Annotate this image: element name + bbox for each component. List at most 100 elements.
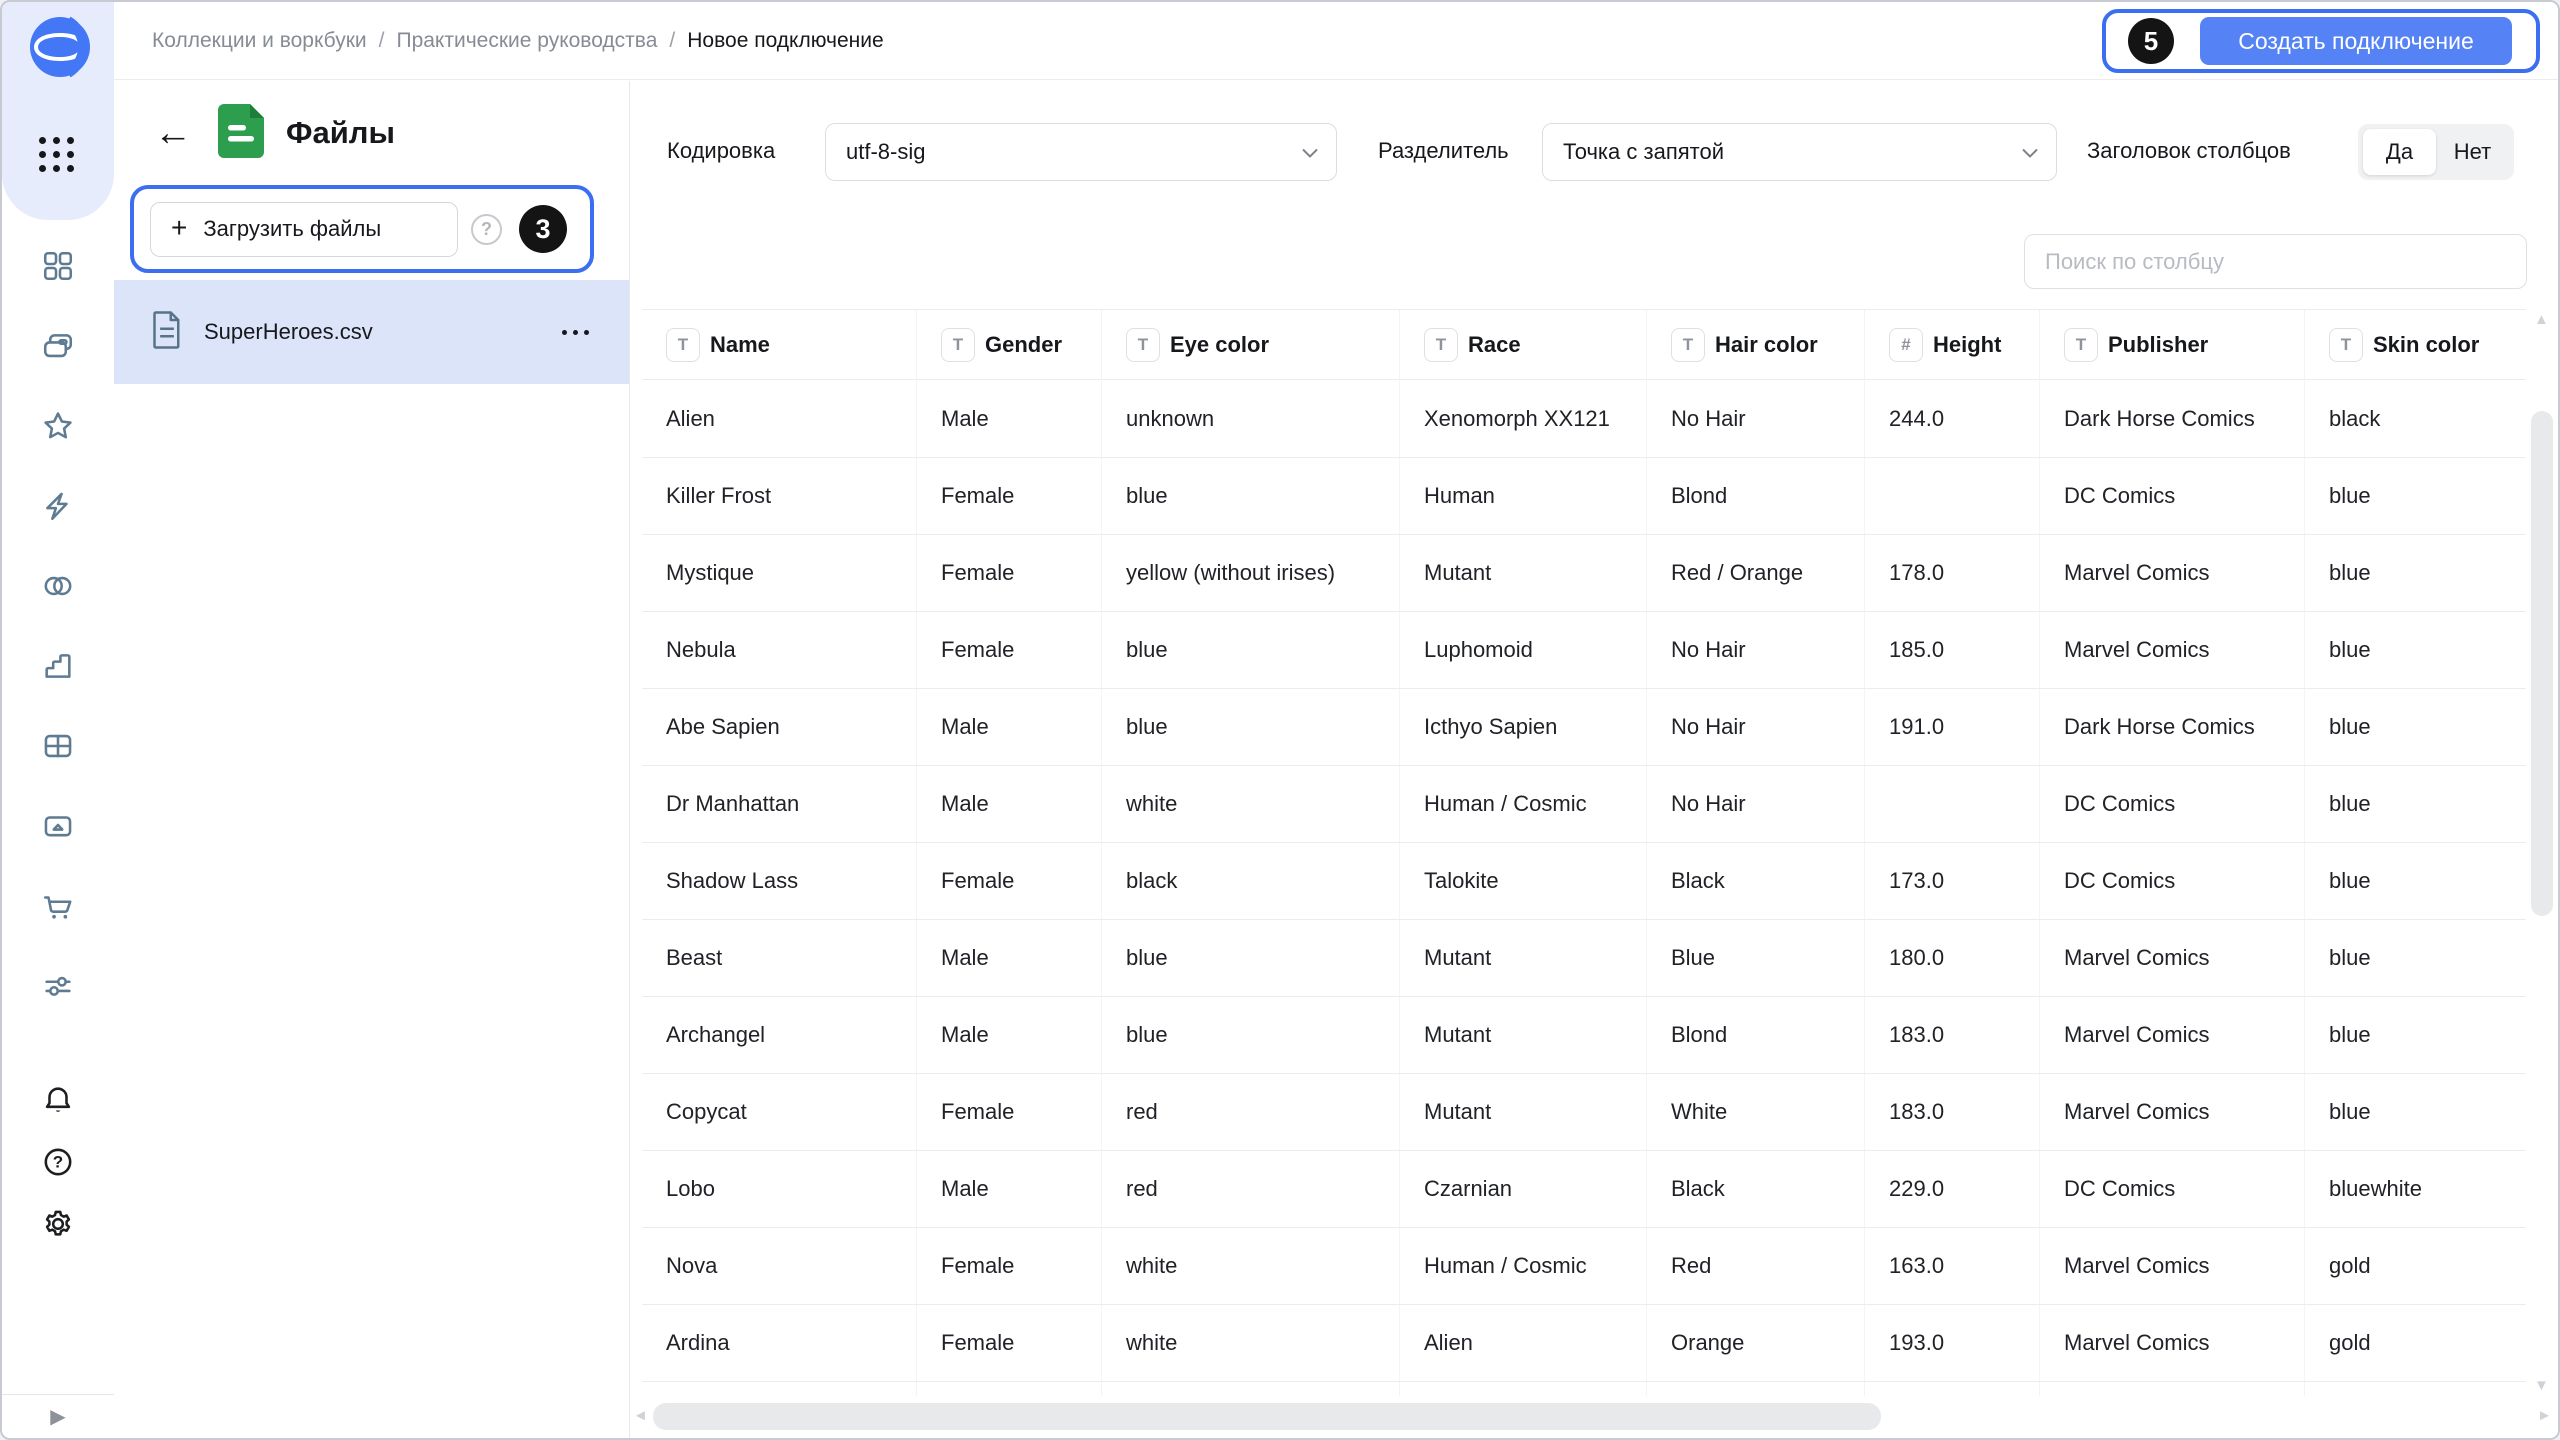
nav-grid-icon[interactable] xyxy=(32,240,84,292)
notifications-bell-icon[interactable] xyxy=(32,1074,84,1126)
table-cell: 193.0 xyxy=(1865,1305,2040,1381)
scroll-down-icon[interactable]: ▼ xyxy=(2534,1377,2549,1394)
nav-favorites-icon[interactable] xyxy=(32,400,84,452)
table-cell: Dark Horse Comics xyxy=(2040,689,2305,765)
column-header-label: Race xyxy=(1468,332,1521,358)
table-cell: No Hair xyxy=(1647,766,1865,842)
nav-connections-icon[interactable] xyxy=(32,480,84,532)
column-header-label: Eye color xyxy=(1170,332,1269,358)
text-type-icon: T xyxy=(1671,328,1705,362)
table-cell: Female xyxy=(917,1074,1102,1150)
table-cell: Female xyxy=(917,612,1102,688)
table-cell: blue xyxy=(1102,458,1400,534)
toggle-yes[interactable]: Да xyxy=(2363,129,2436,175)
panel-title: Файлы xyxy=(286,115,395,151)
table-cell: Alien xyxy=(642,381,917,457)
column-header-height[interactable]: #Height xyxy=(1865,310,2040,379)
column-header-name[interactable]: TName xyxy=(642,310,917,379)
settings-gear-icon[interactable] xyxy=(32,1198,84,1250)
expand-panel-icon[interactable]: ▶ xyxy=(50,1404,65,1429)
file-list-item-selected[interactable]: SuperHeroes.csv xyxy=(114,280,629,384)
table-cell: Mutant xyxy=(1400,997,1647,1073)
table-cell: blue xyxy=(2305,997,2526,1073)
table-cell xyxy=(1865,458,2040,534)
table-cell: blue xyxy=(1102,920,1400,996)
help-icon[interactable]: ? xyxy=(32,1136,84,1188)
table-cell: Marvel Comics xyxy=(2040,612,2305,688)
column-header-publisher[interactable]: TPublisher xyxy=(2040,310,2305,379)
table-cell: Human / Cosmic xyxy=(1400,766,1647,842)
column-header-eye-color[interactable]: T Eye color xyxy=(1102,310,1400,379)
files-panel-header: ← Файлы xyxy=(114,81,629,185)
breadcrumb-collections[interactable]: Коллекции и воркбуки xyxy=(152,29,367,53)
scroll-left-icon[interactable]: ◄ xyxy=(633,1407,648,1424)
table-cell: bluewhite xyxy=(2305,1151,2526,1227)
apps-menu-icon[interactable] xyxy=(39,137,74,172)
table-cell: Male xyxy=(917,1151,1102,1227)
scroll-up-icon[interactable]: ▲ xyxy=(2534,311,2549,328)
document-icon xyxy=(152,311,182,354)
nav-services-icon[interactable] xyxy=(32,960,84,1012)
scroll-right-icon[interactable]: ► xyxy=(2537,1407,2552,1424)
encoding-select[interactable]: utf-8-sig xyxy=(825,123,1337,181)
table-cell: Female xyxy=(917,1228,1102,1304)
upload-help-icon[interactable]: ? xyxy=(471,214,502,245)
table-cell: 229.0 xyxy=(1865,1151,2040,1227)
toggle-no[interactable]: Нет xyxy=(2436,129,2509,175)
column-header-race[interactable]: TRace xyxy=(1400,310,1647,379)
table-cell: Ardina xyxy=(642,1305,917,1381)
table-row: BeastMaleblueMutantBlue180.0Marvel Comic… xyxy=(642,920,2526,997)
datalens-logo-icon[interactable] xyxy=(28,15,92,79)
table-cell: Red / Orange xyxy=(1647,535,1865,611)
upload-files-label: Загрузить файлы xyxy=(203,216,381,242)
nav-charts-icon[interactable] xyxy=(32,640,84,692)
nav-collections-icon[interactable] xyxy=(32,320,84,372)
text-type-icon: T xyxy=(1126,328,1160,362)
horizontal-scrollbar[interactable]: ◄ ► xyxy=(631,1396,2558,1438)
table-row: Dr ManhattanMalewhiteHuman / CosmicNo Ha… xyxy=(642,766,2526,843)
vertical-scroll-thumb[interactable] xyxy=(2531,411,2553,916)
nav-gallery-icon[interactable] xyxy=(32,800,84,852)
column-header-skin-color[interactable]: TSkin color xyxy=(2305,310,2526,379)
table-cell: 191.0 xyxy=(1865,689,2040,765)
upload-files-button[interactable]: + Загрузить файлы xyxy=(150,202,458,257)
horizontal-scroll-thumb[interactable] xyxy=(653,1403,1881,1430)
delimiter-label: Разделитель xyxy=(1378,138,1509,164)
table-cell: Blue xyxy=(1647,920,1865,996)
table-cell: Blond xyxy=(1647,997,1865,1073)
column-header-gender[interactable]: TGender xyxy=(917,310,1102,379)
table-cell: Female xyxy=(917,843,1102,919)
table-cell: Male xyxy=(917,997,1102,1073)
table-cell: unknown xyxy=(1102,381,1400,457)
table-cell: Killer Frost xyxy=(642,458,917,534)
table-cell: blue xyxy=(2305,1074,2526,1150)
back-arrow-icon[interactable]: ← xyxy=(154,114,192,152)
delimiter-select[interactable]: Точка с запятой xyxy=(1542,123,2057,181)
table-header: TNameTGenderTEye colorTRaceTHair color#H… xyxy=(642,309,2526,380)
nav-datasets-icon[interactable] xyxy=(32,560,84,612)
table-cell: Blond xyxy=(1647,458,1865,534)
app-window: ? ▶ Коллекции и воркбуки / Практические … xyxy=(0,0,2560,1440)
table-cell: gold xyxy=(2305,1305,2526,1381)
table-cell: Alien xyxy=(1400,1305,1647,1381)
column-header-hair-color[interactable]: THair color xyxy=(1647,310,1865,379)
file-more-menu-icon[interactable] xyxy=(562,330,589,335)
breadcrumb-guides[interactable]: Практические руководства xyxy=(396,29,657,53)
table-cell: Archangel xyxy=(642,997,917,1073)
nav-dashboards-icon[interactable] xyxy=(32,720,84,772)
table-cell: No Hair xyxy=(1647,612,1865,688)
column-search-input[interactable] xyxy=(2024,234,2527,289)
table-cell: red xyxy=(1102,1151,1400,1227)
nav-marketplace-icon[interactable] xyxy=(32,880,84,932)
table-cell: DC Comics xyxy=(2040,1151,2305,1227)
column-header-label: Skin color xyxy=(2373,332,2479,358)
table-cell: blue xyxy=(2305,843,2526,919)
vertical-scrollbar[interactable]: ▲ ▼ xyxy=(2526,309,2558,1396)
encoding-value: utf-8-sig xyxy=(846,139,925,165)
create-connection-button[interactable]: Создать подключение xyxy=(2200,17,2512,65)
main-area: Кодировка utf-8-sig Разделитель Точка с … xyxy=(631,81,2558,1438)
table-cell xyxy=(1865,766,2040,842)
chevron-down-icon xyxy=(2022,148,2038,158)
annotation-step-3: + Загрузить файлы ? 3 xyxy=(130,185,594,273)
table-cell: No Hair xyxy=(1647,381,1865,457)
